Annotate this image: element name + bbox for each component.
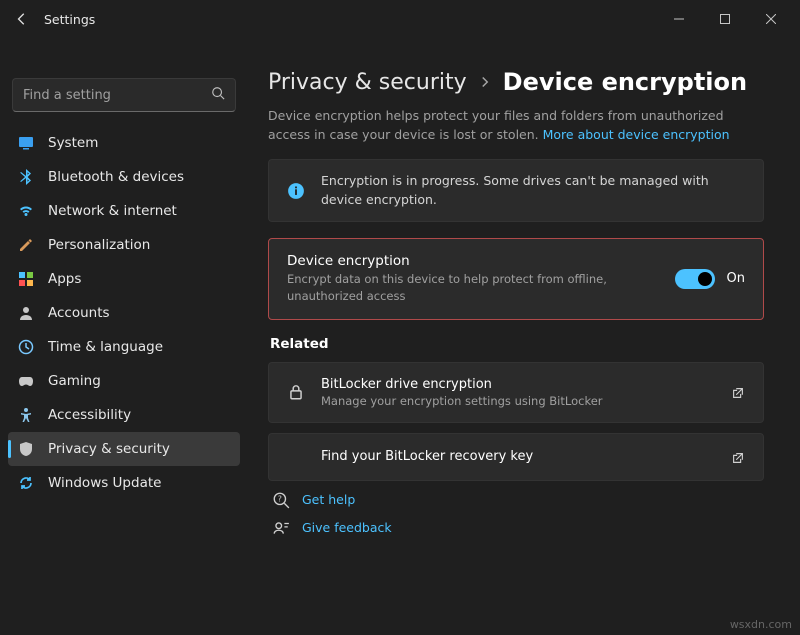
sidebar-item-label: Network & internet [48,203,177,219]
sidebar-item-accessibility[interactable]: Accessibility [8,398,240,432]
time-icon [18,339,34,355]
search-icon [211,86,225,104]
accessibility-icon [18,407,34,423]
sidebar-item-apps[interactable]: Apps [8,262,240,296]
wifi-icon [18,203,34,219]
maximize-button[interactable] [702,4,748,34]
sidebar-item-label: Gaming [48,373,101,389]
search-input[interactable]: Find a setting [12,78,236,112]
sidebar-item-bluetooth[interactable]: Bluetooth & devices [8,160,240,194]
sidebar-item-label: Accessibility [48,407,131,423]
give-feedback-row: Give feedback [272,519,764,537]
personalization-icon [18,237,34,253]
learn-more-link[interactable]: More about device encryption [543,127,730,142]
svg-text:?: ? [278,494,282,503]
bluetooth-icon [18,169,34,185]
close-button[interactable] [748,4,794,34]
lock-icon [287,383,305,401]
toggle-subtitle: Encrypt data on this device to help prot… [287,271,659,304]
give-feedback-link[interactable]: Give feedback [302,520,392,535]
breadcrumb-parent[interactable]: Privacy & security [268,70,467,95]
sidebar-item-gaming[interactable]: Gaming [8,364,240,398]
sidebar-item-network[interactable]: Network & internet [8,194,240,228]
sidebar-item-privacy[interactable]: Privacy & security [8,432,240,466]
back-button[interactable] [6,3,38,35]
gaming-icon [18,373,34,389]
info-text: Encryption is in progress. Some drives c… [321,172,745,210]
device-encryption-card: Device encryption Encrypt data on this d… [268,238,764,319]
feedback-icon [272,519,290,537]
breadcrumb: Privacy & security Device encryption [268,68,764,96]
system-icon [18,135,34,151]
sidebar: Find a setting System Bluetooth & device… [0,38,248,635]
open-external-icon [731,450,745,464]
bitlocker-row[interactable]: BitLocker drive encryption Manage your e… [268,362,764,423]
help-icon: ? [272,491,290,509]
update-icon [18,475,34,491]
sidebar-item-label: Bluetooth & devices [48,169,184,185]
sidebar-item-time[interactable]: Time & language [8,330,240,364]
info-banner: Encryption is in progress. Some drives c… [268,159,764,223]
toggle-state-label: On [727,271,745,286]
search-placeholder: Find a setting [23,88,211,103]
get-help-link[interactable]: Get help [302,492,355,507]
sidebar-item-label: Privacy & security [48,441,170,457]
page-description: Device encryption helps protect your fil… [268,106,764,145]
page-title: Device encryption [503,68,747,96]
device-encryption-toggle[interactable]: On [675,269,745,289]
info-icon [287,182,305,200]
sidebar-item-accounts[interactable]: Accounts [8,296,240,330]
sidebar-item-personalization[interactable]: Personalization [8,228,240,262]
related-heading: Related [270,336,764,352]
accounts-icon [18,305,34,321]
watermark: wsxdn.com [730,618,792,631]
open-external-icon [731,385,745,399]
sidebar-item-label: Windows Update [48,475,161,491]
sidebar-item-system[interactable]: System [8,126,240,160]
main-content: Privacy & security Device encryption Dev… [248,38,800,635]
sidebar-item-label: Time & language [48,339,163,355]
shield-icon [18,441,34,457]
sidebar-item-label: Accounts [48,305,110,321]
minimize-button[interactable] [656,4,702,34]
chevron-right-icon [479,73,491,92]
sidebar-item-label: Apps [48,271,81,287]
sidebar-item-label: System [48,135,98,151]
sidebar-item-label: Personalization [48,237,150,253]
sidebar-item-update[interactable]: Windows Update [8,466,240,500]
titlebar: Settings [0,0,800,38]
apps-icon [18,271,34,287]
get-help-row: ? Get help [272,491,764,509]
app-title: Settings [44,12,95,27]
toggle-title: Device encryption [287,253,659,269]
row-subtitle: Manage your encryption settings using Bi… [321,394,715,408]
settings-window: Settings Find a setting System Bluetooth… [0,0,800,635]
window-controls [656,4,794,34]
recovery-key-row[interactable]: Find your BitLocker recovery key [268,433,764,481]
row-title: BitLocker drive encryption [321,377,715,392]
row-title: Find your BitLocker recovery key [321,449,715,464]
